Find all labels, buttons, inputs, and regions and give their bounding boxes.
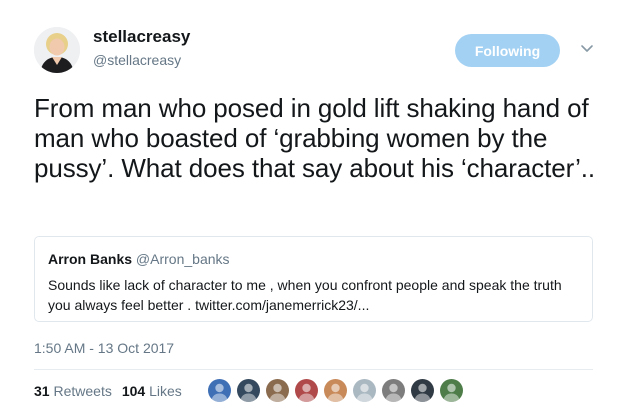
- user-avatar-icon: [208, 379, 231, 402]
- author-display-name[interactable]: stellacreasy: [93, 27, 190, 47]
- retweets-count: 31: [34, 383, 50, 399]
- liker-avatar[interactable]: [323, 378, 348, 403]
- liker-avatars: [207, 378, 468, 403]
- tweet-card: stellacreasy @stellacreasy Following Fro…: [0, 0, 628, 415]
- tweet-text: From man who posed in gold lift shaking …: [34, 93, 596, 183]
- user-avatar-icon: [295, 379, 318, 402]
- retweets-stat[interactable]: 31 Retweets: [34, 383, 112, 399]
- retweets-label: Retweets: [53, 383, 112, 399]
- liker-avatar[interactable]: [207, 378, 232, 403]
- following-button[interactable]: Following: [455, 34, 560, 67]
- profile-photo-icon: [34, 27, 80, 73]
- user-avatar-icon: [324, 379, 347, 402]
- user-avatar-icon: [237, 379, 260, 402]
- tweet-timestamp[interactable]: 1:50 AM - 13 Oct 2017: [34, 340, 174, 356]
- quoted-author-name: Arron Banks: [48, 251, 133, 267]
- user-avatar-icon: [440, 379, 463, 402]
- liker-avatar[interactable]: [381, 378, 406, 403]
- user-avatar-icon: [266, 379, 289, 402]
- likes-stat[interactable]: 104 Likes: [122, 383, 182, 399]
- user-avatar-icon: [411, 379, 434, 402]
- author-handle[interactable]: @stellacreasy: [93, 52, 181, 68]
- author-avatar[interactable]: [34, 27, 80, 73]
- tweet-stats: 31 Retweets 104 Likes: [34, 383, 182, 399]
- quoted-tweet[interactable]: Arron Banks @Arron_banks Sounds like lac…: [34, 236, 593, 322]
- quoted-author-handle: @Arron_banks: [135, 251, 230, 267]
- liker-avatar[interactable]: [410, 378, 435, 403]
- quoted-tweet-header: Arron Banks @Arron_banks: [48, 251, 230, 267]
- user-avatar-icon: [382, 379, 405, 402]
- divider: [34, 369, 593, 370]
- user-avatar-icon: [353, 379, 376, 402]
- likes-label: Likes: [149, 383, 182, 399]
- liker-avatar[interactable]: [352, 378, 377, 403]
- quoted-tweet-text: Sounds like lack of character to me , wh…: [48, 277, 562, 313]
- likes-count: 104: [121, 383, 146, 399]
- liker-avatar[interactable]: [236, 378, 261, 403]
- liker-avatar[interactable]: [265, 378, 290, 403]
- liker-avatar[interactable]: [294, 378, 319, 403]
- liker-avatar[interactable]: [439, 378, 464, 403]
- chevron-down-icon[interactable]: [579, 40, 595, 56]
